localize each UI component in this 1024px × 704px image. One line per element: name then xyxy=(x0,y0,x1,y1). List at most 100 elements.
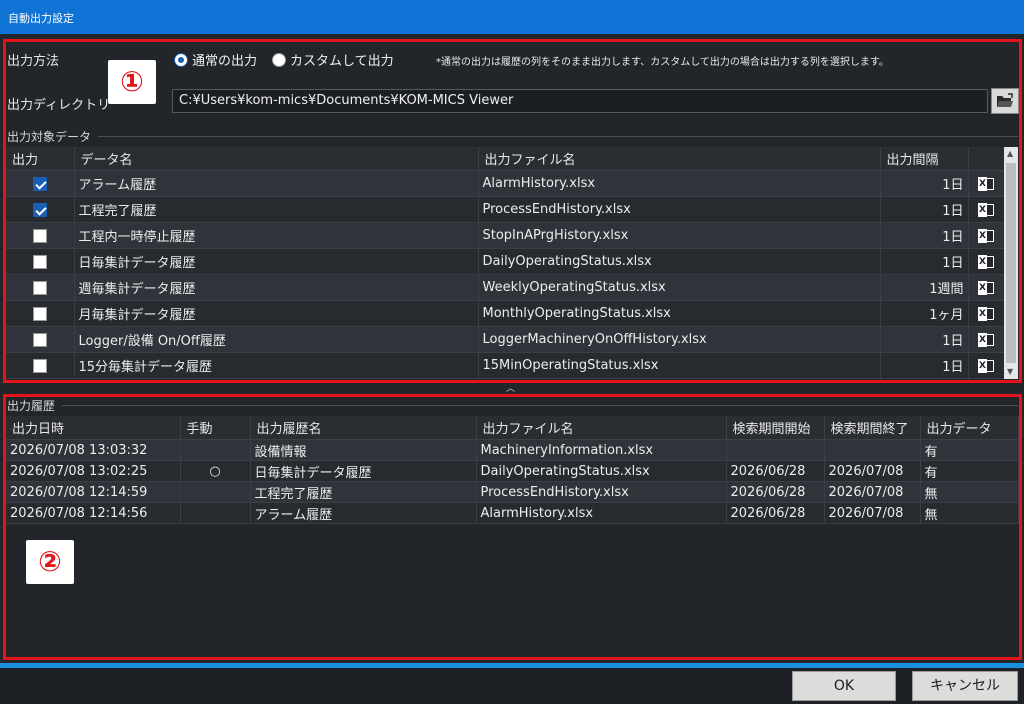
browse-folder-button[interactable] xyxy=(991,88,1019,114)
output-method-note: *通常の出力は履歴の列をそのまま出力します、カスタムして出力の場合は出力する列を… xyxy=(436,57,889,68)
excel-icon[interactable]: X xyxy=(978,202,994,217)
file-name-cell[interactable]: DailyOperatingStatus.xlsx xyxy=(478,248,881,275)
data-name-cell: 工程内一時停止履歴 xyxy=(74,222,479,249)
col-data-name[interactable]: データ名 xyxy=(74,147,479,171)
excel-cell[interactable]: X xyxy=(968,170,1005,197)
output-checkbox[interactable] xyxy=(32,306,47,321)
search-start-cell: 2026/06/28 xyxy=(726,481,825,503)
table-row[interactable]: アラーム履歴 AlarmHistory.xlsx 1日 X xyxy=(6,170,1005,197)
interval-cell[interactable]: 1日 xyxy=(880,196,969,223)
chevron-down-icon[interactable]: ▼ xyxy=(1007,367,1013,376)
output-checkbox-cell[interactable] xyxy=(6,222,75,249)
col-interval[interactable]: 出力間隔 xyxy=(880,147,969,171)
col-manual[interactable]: 手動 xyxy=(180,416,251,440)
interval-cell[interactable]: 1日 xyxy=(880,170,969,197)
file-name-cell[interactable]: 15MinOperatingStatus.xlsx xyxy=(478,352,881,379)
col-file-name[interactable]: 出力ファイル名 xyxy=(476,416,727,440)
col-file-name[interactable]: 出力ファイル名 xyxy=(478,147,881,171)
interval-cell[interactable]: 1日 xyxy=(880,222,969,249)
excel-icon[interactable]: X xyxy=(978,280,994,295)
interval-cell[interactable]: 1日 xyxy=(880,248,969,275)
history-name-cell: 日毎集計データ履歴 xyxy=(250,460,477,482)
cancel-button[interactable]: キャンセル xyxy=(912,671,1018,701)
splitter-up-icon[interactable]: ︿ xyxy=(506,381,515,394)
search-start-cell xyxy=(726,439,825,461)
file-name-cell[interactable]: ProcessEndHistory.xlsx xyxy=(478,196,881,223)
output-checkbox-cell[interactable] xyxy=(6,196,75,223)
output-checkbox-cell[interactable] xyxy=(6,170,75,197)
file-name-cell[interactable]: MonthlyOperatingStatus.xlsx xyxy=(478,300,881,327)
chevron-up-icon[interactable]: ▲ xyxy=(1007,149,1013,158)
excel-icon[interactable]: X xyxy=(978,332,994,347)
table-row[interactable]: Logger/設備 On/Off履歴 LoggerMachineryOnOffHi… xyxy=(6,326,1005,353)
group-divider xyxy=(98,136,1018,137)
output-checkbox-cell[interactable] xyxy=(6,352,75,379)
excel-icon[interactable]: X xyxy=(978,358,994,373)
table-row[interactable]: 日毎集計データ履歴 DailyOperatingStatus.xlsx 1日 X xyxy=(6,248,1005,275)
excel-cell[interactable]: X xyxy=(968,326,1005,353)
interval-cell[interactable]: 1週間 xyxy=(880,274,969,301)
output-checkbox[interactable] xyxy=(32,176,47,191)
output-directory-label: 出力ディレクトリ xyxy=(7,98,111,113)
table-row[interactable]: 2026/07/08 12:14:56 アラーム履歴 AlarmHistory.xl… xyxy=(6,502,1019,524)
ok-button[interactable]: OK xyxy=(792,671,896,701)
history-name-cell: 工程完了履歴 xyxy=(250,481,477,503)
table-row[interactable]: 工程内一時停止履歴 StopInAPrgHistory.xlsx 1日 X xyxy=(6,222,1005,249)
radio-normal-output[interactable]: 通常の出力 xyxy=(174,50,257,69)
excel-cell[interactable]: X xyxy=(968,196,1005,223)
excel-icon[interactable]: X xyxy=(978,306,994,321)
excel-cell[interactable]: X xyxy=(968,248,1005,275)
table-row[interactable]: 月毎集計データ履歴 MonthlyOperatingStatus.xlsx 1ヶ月 X xyxy=(6,300,1005,327)
excel-cell[interactable]: X xyxy=(968,300,1005,327)
history-name-cell: アラーム履歴 xyxy=(250,502,477,524)
file-name-cell[interactable]: AlarmHistory.xlsx xyxy=(478,170,881,197)
file-name-cell[interactable]: LoggerMachineryOnOffHistory.xlsx xyxy=(478,326,881,353)
window-title: 自動出力設定 xyxy=(0,0,1024,34)
col-output[interactable]: 出力 xyxy=(6,147,75,171)
output-data-cell: 有 xyxy=(920,460,1019,482)
output-checkbox-cell[interactable] xyxy=(6,274,75,301)
output-checkbox[interactable] xyxy=(32,332,47,347)
table-row[interactable]: 2026/07/08 12:14:59 工程完了履歴 ProcessEndHisto… xyxy=(6,481,1019,503)
excel-cell[interactable]: X xyxy=(968,222,1005,249)
file-name-cell[interactable]: StopInAPrgHistory.xlsx xyxy=(478,222,881,249)
output-checkbox[interactable] xyxy=(32,228,47,243)
scrollbar-thumb[interactable] xyxy=(1006,163,1016,363)
output-checkbox[interactable] xyxy=(32,202,47,217)
file-name-cell: DailyOperatingStatus.xlsx xyxy=(476,460,727,482)
table-row[interactable]: 工程完了履歴 ProcessEndHistory.xlsx 1日 X xyxy=(6,196,1005,223)
table-row[interactable]: 15分毎集計データ履歴 15MinOperatingStatus.xlsx 1日 X xyxy=(6,352,1005,379)
output-method-label: 出力方法 xyxy=(7,54,60,69)
output-target-scrollbar[interactable]: ▲ ▼ xyxy=(1004,147,1018,379)
col-search-end[interactable]: 検索期間終了 xyxy=(824,416,921,440)
datetime-cell: 2026/07/08 12:14:56 xyxy=(6,502,181,524)
output-checkbox-cell[interactable] xyxy=(6,326,75,353)
excel-cell[interactable]: X xyxy=(968,274,1005,301)
file-name-cell[interactable]: WeeklyOperatingStatus.xlsx xyxy=(478,274,881,301)
table-row[interactable]: 週毎集計データ履歴 WeeklyOperatingStatus.xlsx 1週間 X xyxy=(6,274,1005,301)
output-checkbox-cell[interactable] xyxy=(6,248,75,275)
output-checkbox[interactable] xyxy=(32,358,47,373)
output-checkbox[interactable] xyxy=(32,254,47,269)
output-directory-field[interactable]: C:¥Users¥kom-mics¥Documents¥KOM-MICS Vie… xyxy=(172,89,988,113)
output-checkbox-cell[interactable] xyxy=(6,300,75,327)
col-search-start[interactable]: 検索期間開始 xyxy=(726,416,825,440)
output-data-cell: 無 xyxy=(920,502,1019,524)
manual-cell xyxy=(180,481,251,503)
interval-cell[interactable]: 1ヶ月 xyxy=(880,300,969,327)
output-checkbox[interactable] xyxy=(32,280,47,295)
interval-cell[interactable]: 1日 xyxy=(880,352,969,379)
excel-icon[interactable]: X xyxy=(978,228,994,243)
excel-cell[interactable]: X xyxy=(968,352,1005,379)
table-row[interactable]: 2026/07/08 13:03:32 設備情報 MachineryInformat… xyxy=(6,439,1019,461)
radio-custom-indicator[interactable] xyxy=(272,52,286,67)
excel-icon[interactable]: X xyxy=(978,176,994,191)
table-row[interactable]: 2026/07/08 13:02:25 ○ 日毎集計データ履歴 DailyOperat… xyxy=(6,460,1019,482)
col-output-data[interactable]: 出力データ xyxy=(920,416,1019,440)
interval-cell[interactable]: 1日 xyxy=(880,326,969,353)
radio-normal-indicator[interactable] xyxy=(174,52,188,67)
radio-custom-output[interactable]: カスタムして出力 xyxy=(272,50,394,69)
excel-icon[interactable]: X xyxy=(978,254,994,269)
col-datetime[interactable]: 出力日時 xyxy=(6,416,181,440)
col-history-name[interactable]: 出力履歴名 xyxy=(250,416,477,440)
